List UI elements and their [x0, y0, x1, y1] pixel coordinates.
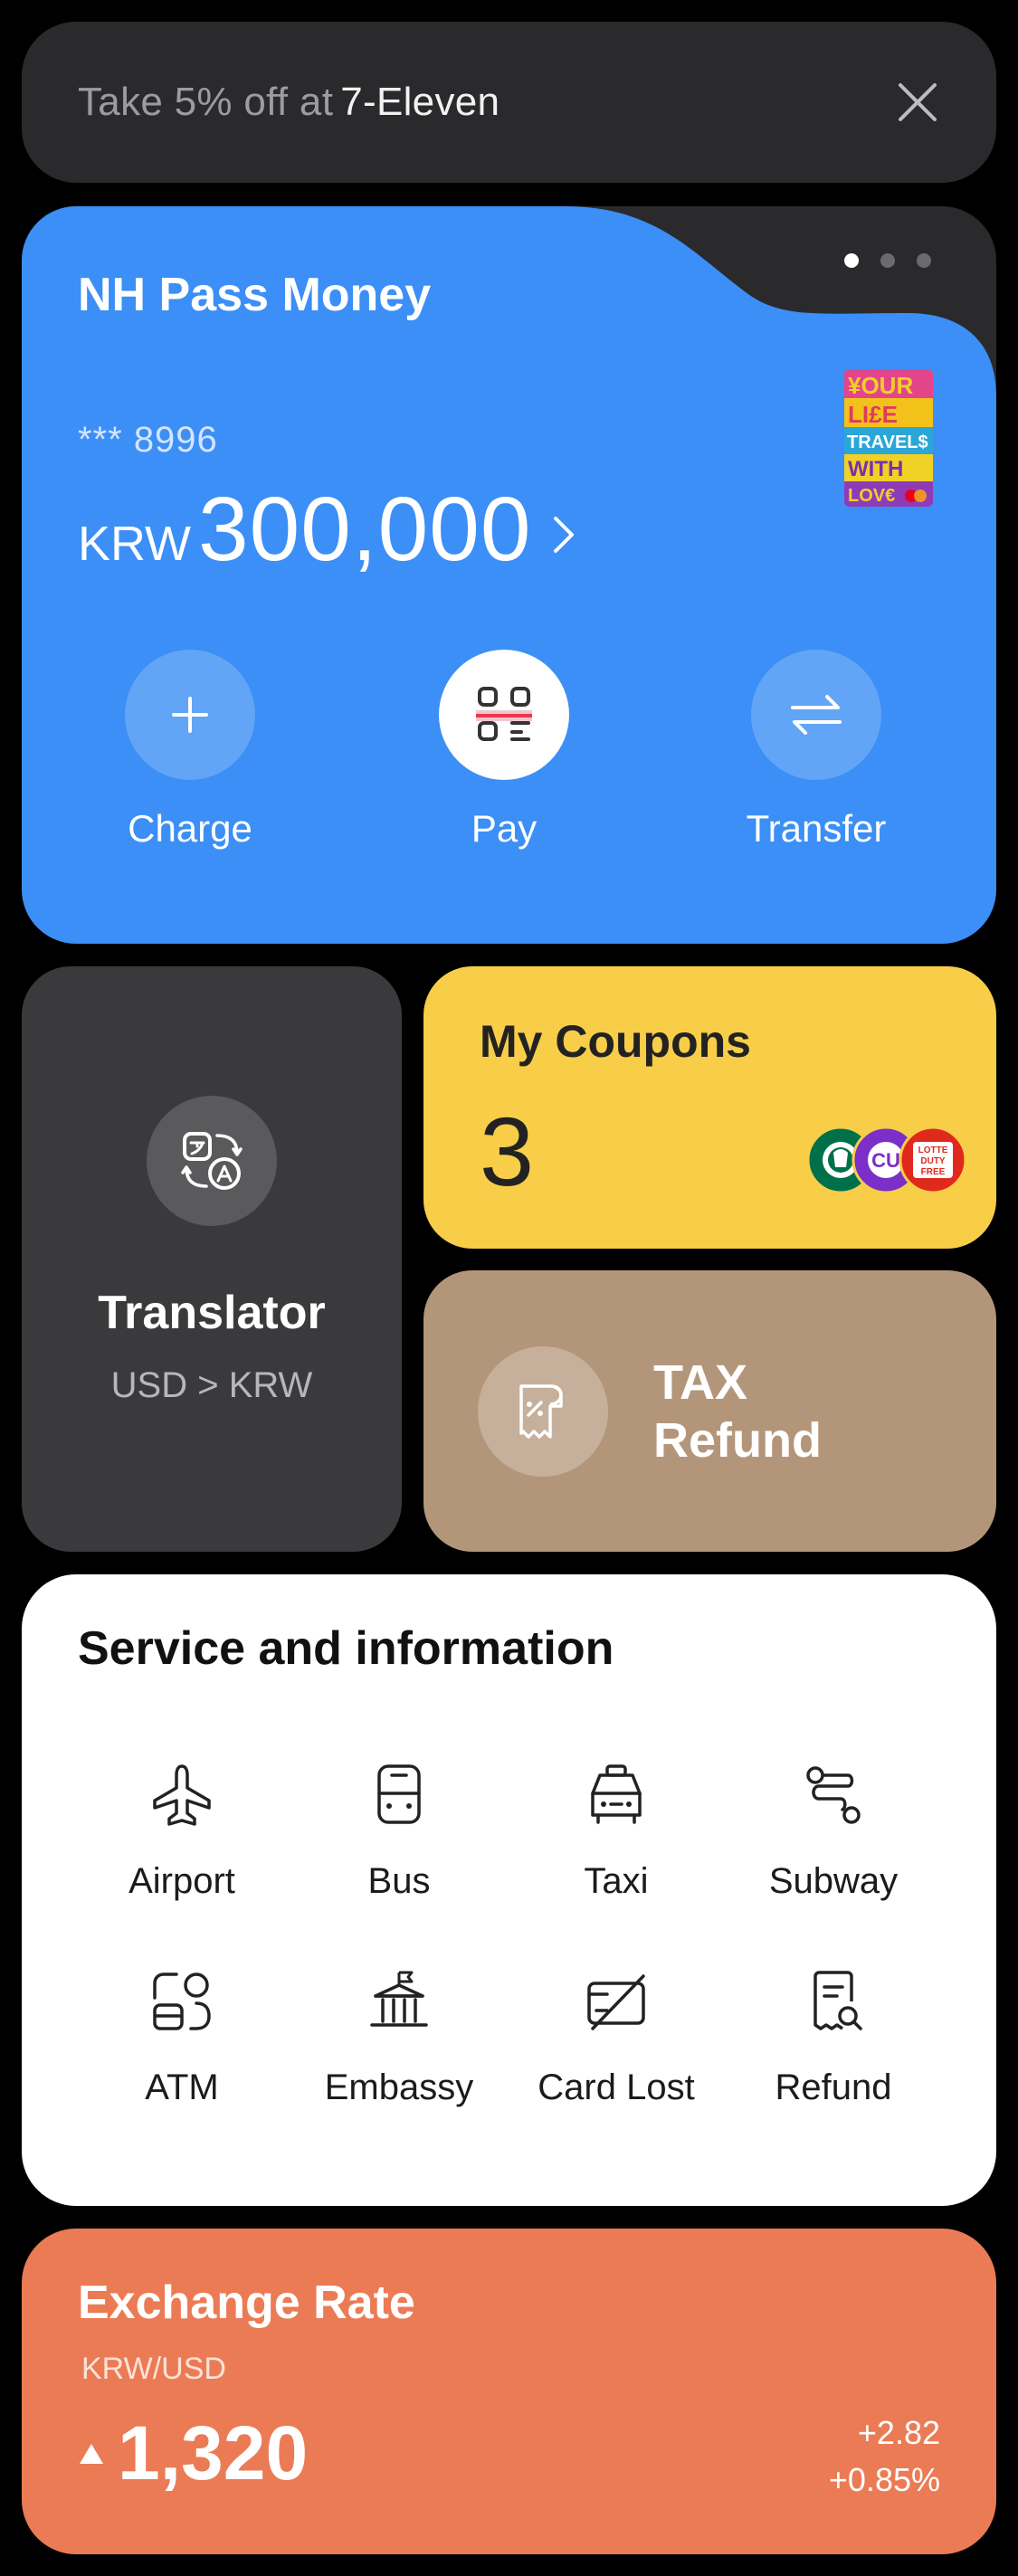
services-panel: Service and information Airport Bus Taxi	[22, 1574, 996, 2206]
balance-amount: 300,000	[198, 479, 532, 580]
translator-title: Translator	[98, 1287, 326, 1339]
page-dot	[880, 253, 895, 268]
svg-text:LOTTE: LOTTE	[918, 1145, 948, 1155]
service-taxi[interactable]: Taxi	[508, 1759, 725, 1902]
tax-refund-icon-circle	[478, 1346, 608, 1477]
service-label: Bus	[367, 1861, 431, 1901]
wallet-title: NH Pass Money	[78, 269, 432, 321]
exchange-title: Exchange Rate	[78, 2277, 415, 2329]
svg-text:FREE: FREE	[921, 1167, 946, 1177]
chevron-right-icon[interactable]	[552, 515, 577, 555]
embassy-icon	[370, 1971, 428, 2027]
page-dot-active	[844, 253, 859, 268]
translate-icon	[181, 1132, 243, 1190]
account-number: *** 8996	[78, 420, 218, 460]
service-airport[interactable]: Airport	[73, 1759, 290, 1902]
card-art-thumbnail[interactable]: ¥OUR LI£E TRAVEL$ WITH LOV€	[844, 369, 933, 507]
service-label: Refund	[775, 2067, 892, 2107]
tax-receipt-icon	[519, 1384, 563, 1439]
change-percent: +0.85%	[828, 2461, 940, 2498]
lotte-duty-free-logo: LOTTE DUTY FREE	[899, 1126, 967, 1194]
svg-text:CU: CU	[871, 1149, 900, 1172]
coupon-brand-logos: CU LOTTE DUTY FREE	[806, 1126, 967, 1194]
exchange-rate-value: 1,320	[118, 2410, 309, 2495]
atm-icon	[153, 1972, 211, 2030]
close-icon[interactable]	[895, 80, 940, 125]
taxi-icon	[591, 1764, 642, 1824]
service-refund[interactable]: Refund	[725, 1965, 942, 2108]
service-label: Subway	[768, 1861, 899, 1901]
services-title: Service and information	[78, 1622, 614, 1675]
svg-text:LI£E: LI£E	[848, 401, 898, 428]
promo-store: 7-Eleven	[340, 80, 500, 124]
service-subway[interactable]: Subway	[725, 1759, 942, 1902]
service-label: Card Lost	[538, 2067, 695, 2107]
service-card-lost[interactable]: Card Lost	[508, 1965, 725, 2108]
service-label: ATM	[145, 2067, 219, 2107]
charge-button[interactable]: Charge	[100, 650, 281, 851]
svg-text:DUTY: DUTY	[920, 1156, 946, 1166]
promo-text: Take 5% off at 7-Eleven	[78, 80, 499, 125]
coupons-title: My Coupons	[480, 1016, 751, 1067]
exchange-rate-card[interactable]: Exchange Rate KRW/USD 1,320 +2.82 +0.85%	[22, 2229, 996, 2554]
promo-banner[interactable]: Take 5% off at 7-Eleven	[22, 22, 996, 183]
pay-circle[interactable]	[439, 650, 569, 780]
page-dot	[917, 253, 931, 268]
translator-subtitle: USD > KRW	[110, 1365, 313, 1405]
translator-tile[interactable]: Translator USD > KRW	[22, 966, 402, 1552]
change-absolute: +2.82	[857, 2414, 940, 2451]
service-atm[interactable]: ATM	[73, 1965, 290, 2108]
service-label: Airport	[128, 1861, 235, 1901]
tax-refund-line1: TAX	[653, 1355, 747, 1410]
service-label: Embassy	[324, 2067, 474, 2107]
pay-button[interactable]: Pay	[414, 650, 595, 851]
plus-icon	[172, 697, 208, 733]
wallet-card[interactable]: NH Pass Money ¥OUR LI£E TRAVEL$ WITH LOV…	[22, 206, 996, 944]
transfer-button[interactable]: Transfer	[726, 650, 907, 851]
exchange-rate-row: 1,320	[78, 2410, 308, 2497]
carousel-page-indicator	[844, 253, 931, 268]
translator-icon-circle	[147, 1096, 277, 1226]
charge-circle[interactable]	[125, 650, 255, 780]
service-bus[interactable]: Bus	[290, 1759, 508, 1902]
svg-text:LOV€: LOV€	[848, 486, 895, 506]
balance-row[interactable]: KRW 300,000	[78, 478, 577, 582]
currency-pair: KRW/USD	[81, 2352, 226, 2386]
subway-route-icon	[806, 1766, 861, 1824]
promo-prefix: Take 5% off at	[78, 80, 334, 124]
tax-refund-tile[interactable]: TAX Refund	[423, 1270, 996, 1552]
charge-label: Charge	[128, 807, 252, 850]
svg-text:WITH: WITH	[848, 457, 903, 481]
tax-refund-text: TAX Refund	[653, 1354, 822, 1469]
service-label: Taxi	[584, 1861, 649, 1901]
tax-refund-line2: Refund	[653, 1413, 822, 1468]
refund-receipt-icon	[813, 1971, 862, 2030]
transfer-arrows-icon	[791, 695, 842, 735]
svg-text:TRAVEL$: TRAVEL$	[847, 433, 928, 452]
transfer-circle[interactable]	[751, 650, 881, 780]
card-lost-icon	[587, 1974, 645, 2030]
pay-label: Pay	[471, 807, 538, 850]
arrow-up-icon	[80, 2443, 103, 2464]
bus-icon	[377, 1764, 421, 1824]
exchange-change: +2.82 +0.85%	[829, 2410, 940, 2504]
airplane-icon	[153, 1764, 211, 1826]
service-embassy[interactable]: Embassy	[290, 1965, 508, 2108]
qr-scan-icon	[476, 687, 532, 741]
coupons-count: 3	[480, 1097, 535, 1206]
coupons-tile[interactable]: My Coupons 3 CU LOTTE DUTY FREE	[423, 966, 996, 1249]
balance-currency: KRW	[78, 517, 192, 571]
transfer-label: Transfer	[746, 807, 887, 850]
svg-text:¥OUR: ¥OUR	[848, 372, 913, 399]
